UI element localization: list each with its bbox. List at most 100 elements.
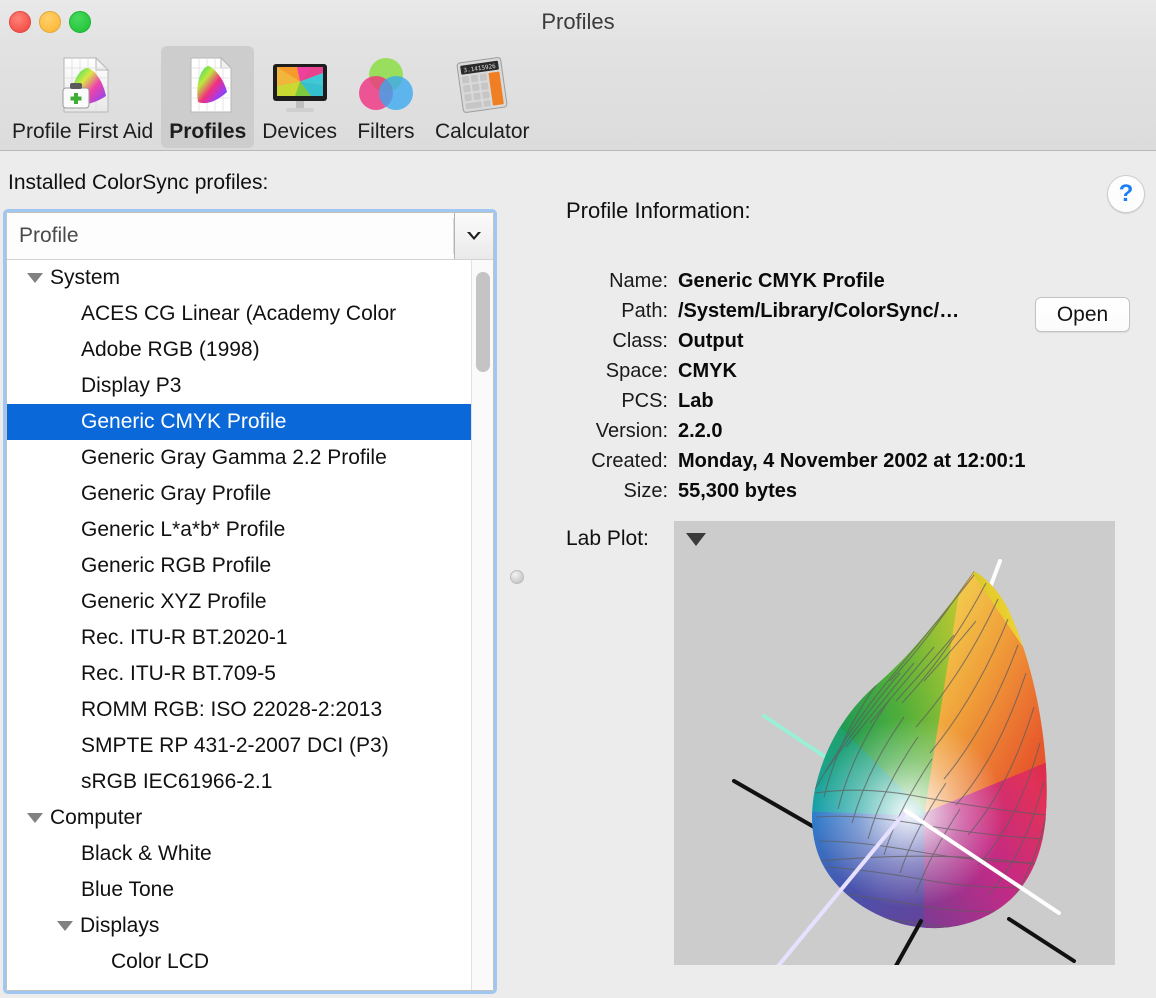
triangle-down-icon[interactable] <box>686 533 706 546</box>
disclosure-triangle-icon[interactable] <box>57 921 73 931</box>
profile-list-item-label: Computer <box>50 806 143 829</box>
profile-info-row: Class: Output <box>566 330 1026 360</box>
profile-list-item-label: SMPTE RP 431-2-2007 DCI (P3) <box>81 734 389 757</box>
toolbar-label: Devices <box>262 120 337 143</box>
profile-list-item[interactable]: Blue Tone <box>7 872 471 908</box>
pane-resize-grip[interactable] <box>510 570 524 584</box>
profile-list-item[interactable]: System <box>7 260 471 296</box>
lab-plot-label: Lab Plot: <box>566 527 649 550</box>
profile-list-item[interactable]: Generic XYZ Profile <box>7 584 471 620</box>
profile-rows: System ACES CG Linear (Academy Color Adobe… <box>7 260 471 980</box>
profile-info-value: /System/Library/ColorSync/… <box>678 300 960 322</box>
toolbar-label: Filters <box>357 120 415 143</box>
profile-list-item[interactable]: Generic CMYK Profile <box>7 404 471 440</box>
profile-list-body: System ACES CG Linear (Academy Color Adobe… <box>7 260 493 990</box>
toolbar-item-profiles[interactable]: Profiles <box>161 46 255 148</box>
profile-list-item[interactable]: Generic RGB Profile <box>7 548 471 584</box>
profile-list-item-label: System <box>50 266 121 289</box>
profile-list-item[interactable]: Adobe RGB (1998) <box>7 332 471 368</box>
lab-gamut-plot <box>732 559 1076 965</box>
toolbar-item-profile-first-aid[interactable]: Profile First Aid <box>4 46 161 148</box>
profile-info-value: Monday, 4 November 2002 at 12:00:12… <box>678 450 1026 472</box>
profile-list-item[interactable]: Rec. ITU-R BT.2020-1 <box>7 620 471 656</box>
profile-info-label: Class: <box>612 330 668 352</box>
profile-list-scrollbar[interactable] <box>471 260 493 990</box>
toolbar-label: Profile First Aid <box>12 120 154 143</box>
profile-list-item[interactable]: Displays <box>7 908 471 944</box>
profile-list-item-label: Rec. ITU-R BT.2020-1 <box>81 626 288 649</box>
help-button[interactable]: ? <box>1107 175 1145 213</box>
filters-icon <box>353 52 419 118</box>
toolbar-item-filters[interactable]: Filters <box>345 46 427 148</box>
profile-list-item-label: Color LCD <box>111 950 210 973</box>
profile-list-item-label: sRGB IEC61966-2.1 <box>81 770 273 793</box>
profile-list-item[interactable]: Rec. ITU-R BT.709-5 <box>7 656 471 692</box>
profile-list-item-label: Adobe RGB (1998) <box>81 338 260 361</box>
profile-info-row: PCS: Lab <box>566 390 1026 420</box>
profile-info-label: Size: <box>623 480 668 502</box>
installed-profiles-heading: Installed ColorSync profiles: <box>8 171 269 194</box>
window-title: Profiles <box>541 9 615 34</box>
profile-list-item-label: Display P3 <box>81 374 182 397</box>
profile-list-item-label: Blue Tone <box>81 878 175 901</box>
open-button[interactable]: Open <box>1035 297 1130 332</box>
profile-info-row: Path: /System/Library/ColorSync/… <box>566 300 1026 330</box>
profile-list-item[interactable]: Color LCD <box>7 944 471 980</box>
profile-list-item-label: Black & White <box>81 842 212 865</box>
profile-list-item-label: Generic XYZ Profile <box>81 590 267 613</box>
profile-list-item[interactable]: SMPTE RP 431-2-2007 DCI (P3) <box>7 728 471 764</box>
profile-info-row: Created: Monday, 4 November 2002 at 12:00… <box>566 450 1026 480</box>
calculator-icon: 3.1415926 <box>449 52 515 118</box>
profile-list-item-label: Generic CMYK Profile <box>81 410 287 433</box>
profile-list-item-label: Generic RGB Profile <box>81 554 272 577</box>
column-header-profile[interactable]: Profile <box>7 224 453 248</box>
toolbar-label: Profiles <box>169 120 247 143</box>
profile-info-value: Output <box>678 330 744 352</box>
profile-list-item-label: ROMM RGB: ISO 22028-2:2013 <box>81 698 383 721</box>
profile-info-value: Lab <box>678 390 714 412</box>
profile-info-row: Name: Generic CMYK Profile <box>566 270 1026 300</box>
profile-list[interactable]: Profile System ACES CG Linear (Academy Co… <box>6 212 494 991</box>
lab-plot-view[interactable] <box>674 521 1115 965</box>
profile-list-item[interactable]: Computer <box>7 800 471 836</box>
profile-list-item[interactable]: Generic Gray Gamma 2.2 Profile <box>7 440 471 476</box>
disclosure-triangle-icon[interactable] <box>27 813 43 823</box>
chevron-down-icon <box>467 232 481 240</box>
scrollbar-thumb[interactable] <box>476 272 490 372</box>
profile-list-item-label: Displays <box>80 914 160 937</box>
toolbar-item-calculator[interactable]: 3.1415926 Calculator <box>427 46 538 148</box>
profile-list-item-label: Rec. ITU-R BT.709-5 <box>81 662 276 685</box>
profile-info-row: Version: 2.2.0 <box>566 420 1026 450</box>
profile-list-item[interactable]: Generic L*a*b* Profile <box>7 512 471 548</box>
colorsync-utility-window: Profiles Profile First Aid Profiles Devi… <box>0 0 1156 998</box>
toolbar-item-devices[interactable]: Devices <box>254 46 345 148</box>
profile-info-label: Name: <box>609 270 668 292</box>
profile-list-item-label: Generic L*a*b* Profile <box>81 518 286 541</box>
profile-info-row: Size: 55,300 bytes <box>566 480 1026 510</box>
profile-info-label: PCS: <box>621 390 668 412</box>
profile-first-aid-icon <box>50 52 116 118</box>
profile-info-value: Generic CMYK Profile <box>678 270 885 292</box>
title-bar: Profiles <box>0 0 1156 44</box>
disclosure-triangle-icon[interactable] <box>27 273 43 283</box>
profile-info-label: Version: <box>595 420 668 442</box>
profile-info-value: 55,300 bytes <box>678 480 797 502</box>
toolbar-items: Profile First Aid Profiles Devices Filte… <box>4 44 538 148</box>
profile-info-row: Space: CMYK <box>566 360 1026 390</box>
profile-information-fields: Name: Generic CMYK Profile Path: /System/Li… <box>566 270 1026 510</box>
profile-list-item[interactable]: Display P3 <box>7 368 471 404</box>
profile-list-item[interactable]: ACES CG Linear (Academy Color <box>7 296 471 332</box>
profile-list-item[interactable]: ROMM RGB: ISO 22028-2:2013 <box>7 692 471 728</box>
profile-list-item[interactable]: Black & White <box>7 836 471 872</box>
column-options-button[interactable] <box>454 213 493 259</box>
profile-list-item[interactable]: Generic Gray Profile <box>7 476 471 512</box>
profile-list-header: Profile <box>7 213 493 260</box>
toolbar-label: Calculator <box>434 120 530 143</box>
profile-list-item[interactable]: sRGB IEC61966-2.1 <box>7 764 471 800</box>
profile-info-label: Space: <box>605 360 668 382</box>
profiles-icon <box>175 52 241 118</box>
profile-list-focus-ring: Profile System ACES CG Linear (Academy Co… <box>3 209 497 994</box>
profile-info-label: Path: <box>621 300 668 322</box>
profile-info-value: CMYK <box>678 360 737 382</box>
devices-icon <box>267 52 333 118</box>
